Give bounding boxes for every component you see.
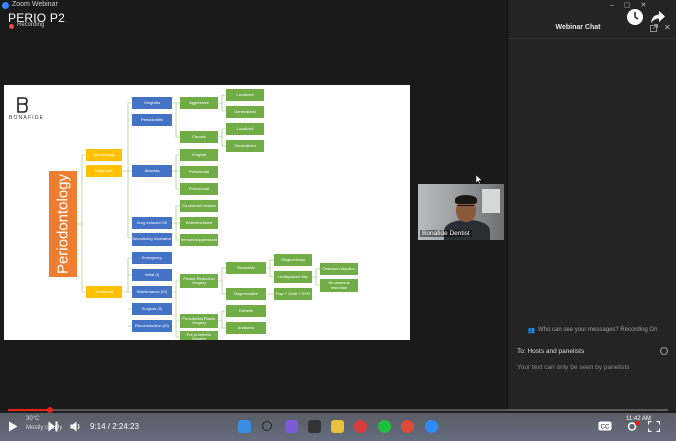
root-node-label: Periodontology — [54, 173, 72, 275]
to-label: To: — [517, 348, 526, 355]
people-icon: 👥 — [527, 327, 536, 334]
node-localized-aggressive: Localized — [226, 89, 264, 101]
time-display: 9:14 / 2:24:23 — [90, 422, 139, 431]
node-periodontal-plastic: Periodontal Plastic Surgery — [180, 314, 218, 328]
presenter-hair — [455, 195, 477, 204]
fullscreen-icon[interactable] — [648, 421, 660, 432]
video-progress-bar[interactable] — [8, 407, 668, 413]
privacy-text: Who can see your messages? Recording On — [538, 327, 658, 333]
node-flap-graft-gtr: Flap + Graft + GTR — [274, 288, 312, 300]
node-emergency: Emergency — [132, 252, 172, 264]
current-time: 9:14 — [90, 422, 106, 431]
node-anatomic: Anatomic — [226, 322, 266, 334]
watch-later-icon[interactable] — [627, 9, 643, 25]
node-drug-induced: Drug induced GE — [132, 217, 172, 229]
node-no-osseous-resection: No osseous resection — [320, 279, 358, 292]
node-treatment: Treatment — [86, 286, 122, 298]
captions-icon[interactable]: CC — [598, 421, 612, 431]
svg-text:CC: CC — [601, 425, 610, 431]
volume-icon[interactable] — [70, 421, 82, 432]
video-progress-fill — [8, 409, 51, 411]
recipient-value: Hosts and panelists — [527, 348, 585, 355]
emoji-icon[interactable] — [660, 347, 668, 355]
webinar-chat-panel: Webinar Chat ✕ 👥 Who can see your messag… — [507, 0, 676, 410]
node-anticonvulsant: Anticonvulsant — [180, 217, 218, 229]
node-gingivitis: Gingivitis — [132, 97, 172, 109]
node-surgical: Surgical (II) — [132, 303, 172, 315]
node-reconstruction: Reconstruction (III) — [132, 320, 172, 332]
popout-icon[interactable] — [650, 24, 658, 32]
node-diagnosis: Diagnosis — [86, 165, 122, 177]
presenter-name-label: Bonafide Dentist — [420, 230, 472, 237]
node-undisplaced-flap: Undisplaced flap — [274, 271, 312, 283]
chat-header-divider — [508, 38, 676, 39]
node-initial: Initial (I) — [132, 269, 172, 281]
next-icon[interactable] — [48, 421, 58, 432]
recipient-selector[interactable]: To: Hosts and panelists — [517, 348, 584, 355]
node-periodontitis: Periodontitis — [132, 114, 172, 126]
zoom-logo-icon — [2, 2, 9, 9]
node-necrotizing: Necrotizing Ulcerative — [132, 233, 172, 246]
share-icon[interactable] — [650, 9, 666, 25]
weather-temperature: 30°C — [26, 416, 40, 422]
chat-message-input[interactable]: Your text can only be seen by panelists — [517, 364, 667, 371]
play-icon[interactable] — [8, 421, 18, 432]
total-time: 2:24:23 — [112, 422, 139, 431]
node-immunosuppressant: Immunosuppressant — [180, 234, 218, 246]
chat-title: Webinar Chat — [555, 24, 601, 31]
node-generalized-chronic: Generalized — [226, 140, 264, 152]
node-ca-channel: Ca channel blocker — [180, 200, 218, 212]
node-chronic: Chronic — [180, 131, 218, 143]
settings-gear-icon[interactable] — [626, 421, 640, 432]
window-title: Zoom Webinar — [12, 1, 58, 8]
node-pre-prosthetic: Pre prosthetic Surgery — [180, 331, 218, 340]
recording-label: Recording — [17, 22, 45, 28]
node-microbiology: Microbiology — [86, 149, 122, 161]
node-resective: Resective — [226, 262, 266, 274]
node-gingivectomy: Gingivectomy — [274, 254, 312, 266]
node-generalized-aggressive: Generalized — [226, 106, 264, 118]
zoom-main-area: Zoom Webinar PERIO P2 Recording BONAFIDE — [0, 0, 507, 410]
node-gingival: Gingival — [180, 149, 218, 161]
title-bar: Zoom Webinar — [0, 0, 507, 12]
node-localized-chronic: Localized — [226, 123, 264, 135]
node-esthetic: Esthetic — [226, 305, 266, 317]
mouse-cursor-icon — [476, 175, 482, 184]
node-periodontal: Periodontal — [180, 166, 218, 178]
node-pericoronal: Pericoronal — [180, 183, 218, 195]
node-osseous-resection: Osseous resection — [320, 263, 358, 275]
node-maintenance: Maintenance (IV) — [132, 286, 172, 298]
recording-icon — [9, 24, 14, 29]
node-pocket-reduction: Pocket Reduction Surgery — [180, 274, 218, 288]
player-controls: 30°C Mostly cloudy 9:14 / 2:24:23 CC — [0, 413, 676, 441]
chat-privacy-notice[interactable]: 👥 Who can see your messages? Recording O… — [508, 324, 676, 336]
node-regenerative: Regenerative — [226, 288, 266, 300]
node-abscess: Abscess — [132, 165, 172, 177]
node-aggressive: Aggressive — [180, 97, 218, 109]
shared-slide: BONAFIDE Periodontology Microbiology Dia… — [4, 85, 410, 340]
presenter-video-tile[interactable]: Bonafide Dentist — [418, 184, 504, 240]
presenter-glasses — [458, 205, 474, 209]
video-window-light — [482, 189, 500, 213]
window-controls[interactable]: –▢✕ — [610, 1, 656, 9]
